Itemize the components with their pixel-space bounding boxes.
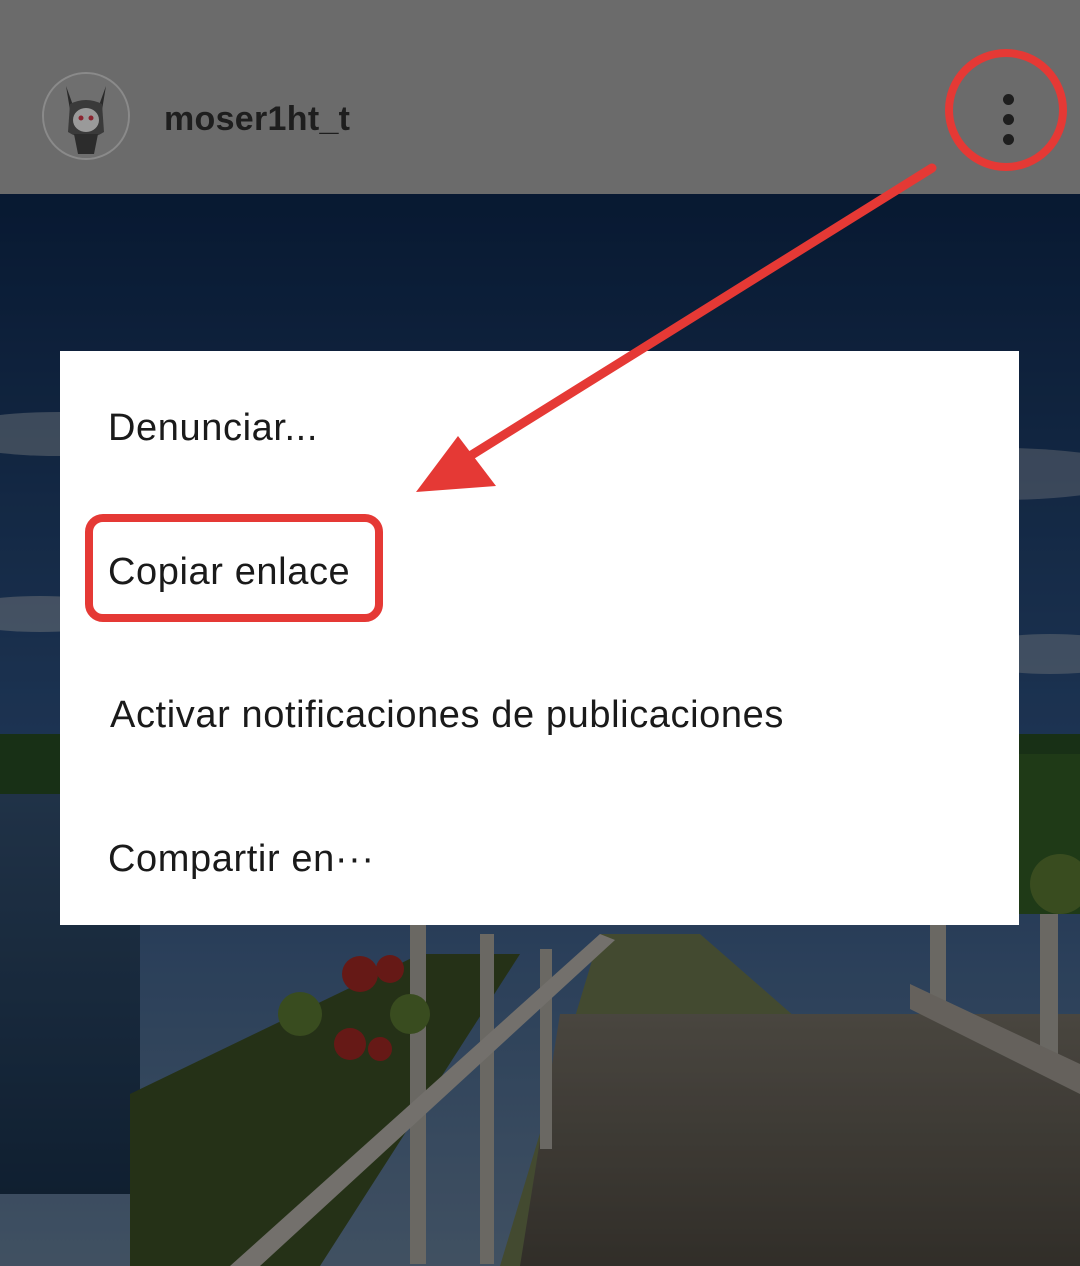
more-vertical-icon-dot <box>1002 113 1014 125</box>
avatar-character-icon <box>44 74 128 158</box>
post-header: moser1ht_t <box>0 0 1080 194</box>
menu-item-copy-link[interactable]: Copiar enlace <box>108 551 350 594</box>
username[interactable]: moser1ht_t <box>164 100 350 139</box>
more-vertical-icon-dot <box>1002 133 1014 145</box>
more-vertical-icon-dot <box>1002 93 1014 105</box>
options-menu: Denunciar... Copiar enlace Activar notif… <box>60 351 1019 925</box>
user-avatar[interactable] <box>42 72 130 160</box>
menu-item-post-notifications[interactable]: Activar notificaciones de publicaciones <box>110 694 784 737</box>
more-options-button[interactable] <box>980 84 1036 154</box>
menu-item-report[interactable]: Denunciar... <box>108 407 318 450</box>
menu-item-share-to[interactable]: Compartir en··· <box>108 838 375 881</box>
